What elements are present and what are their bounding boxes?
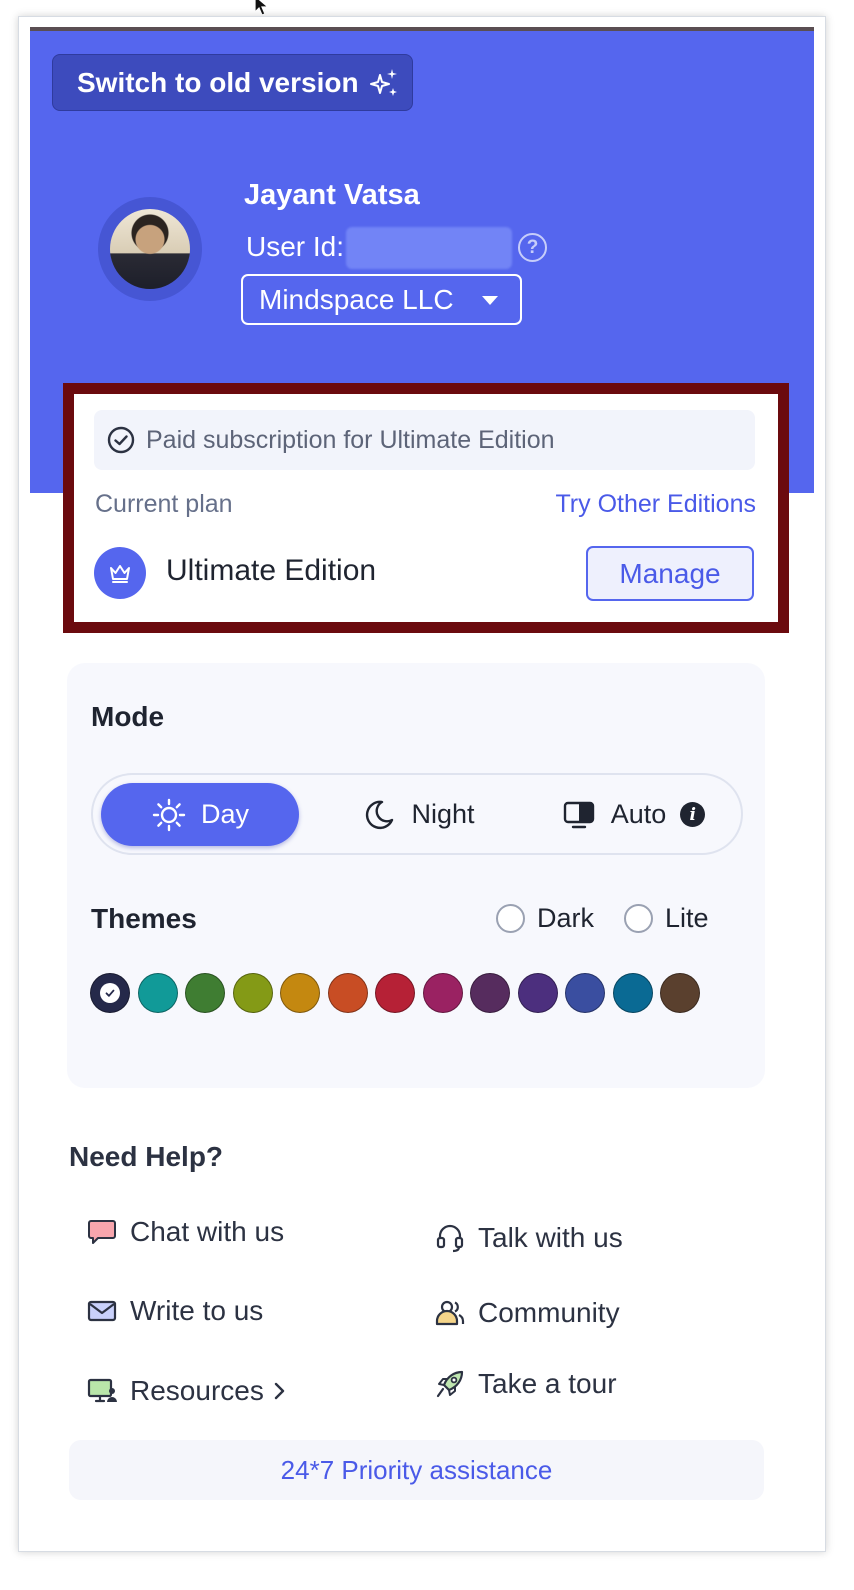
chat-with-us-link[interactable]: Chat with us	[86, 1216, 284, 1248]
community-icon	[435, 1300, 465, 1326]
theme-swatch[interactable]	[185, 973, 225, 1013]
write-to-us-label: Write to us	[130, 1295, 264, 1326]
info-icon[interactable]: i	[680, 802, 706, 827]
user-id-label: User Id:	[246, 231, 345, 262]
theme-swatch[interactable]	[327, 973, 368, 1013]
theme-swatch[interactable]	[375, 973, 415, 1013]
check-icon	[100, 983, 120, 1003]
mode-auto-option[interactable]: Auto i	[533, 783, 733, 846]
themes-title: Themes	[91, 903, 197, 934]
chat-bubble-icon	[88, 1220, 116, 1244]
take-a-tour-label: Take a tour	[478, 1368, 617, 1399]
radio-button[interactable]	[624, 904, 653, 933]
rocket-icon	[436, 1370, 464, 1398]
theme-swatch[interactable]	[660, 973, 700, 1013]
mode-auto-label: Auto	[610, 799, 667, 829]
moon-icon	[366, 800, 394, 829]
mode-toggle: Day Night Auto i	[91, 773, 743, 855]
subscription-status: Paid subscription for Ultimate Edition	[94, 410, 755, 470]
headset-icon	[436, 1224, 464, 1253]
appearance-card: Mode Day Night Auto i Themes Dark Lite	[67, 663, 765, 1088]
talk-with-us-label: Talk with us	[478, 1222, 623, 1253]
resources-link[interactable]: Resources	[86, 1375, 288, 1407]
avatar[interactable]	[98, 197, 202, 301]
crown-icon	[94, 547, 146, 599]
mode-night-option[interactable]: Night	[333, 783, 503, 846]
resources-icon	[87, 1378, 117, 1403]
priority-assistance-link[interactable]: 24*7 Priority assistance	[69, 1440, 764, 1500]
theme-swatch[interactable]	[612, 973, 653, 1013]
resources-label: Resources	[130, 1375, 264, 1406]
try-other-editions-link[interactable]: Try Other Editions	[555, 490, 756, 519]
mode-title: Mode	[91, 701, 165, 732]
theme-swatch[interactable]	[470, 973, 510, 1013]
manage-button[interactable]: Manage	[586, 546, 754, 601]
theme-swatch[interactable]	[517, 973, 558, 1013]
theme-lite-radio[interactable]: Lite	[624, 903, 709, 934]
organization-dropdown[interactable]: Mindspace LLC	[241, 274, 522, 325]
envelope-icon	[87, 1300, 117, 1322]
help-question-icon[interactable]: ?	[518, 233, 547, 262]
sun-icon	[152, 798, 186, 831]
chevron-right-icon	[274, 1382, 285, 1400]
need-help-title: Need Help?	[69, 1141, 224, 1172]
mode-day-label: Day	[200, 799, 249, 829]
check-circle-icon	[107, 426, 135, 454]
caret-down-icon	[482, 296, 498, 305]
chat-with-us-label: Chat with us	[130, 1216, 285, 1247]
monitor-icon	[563, 801, 594, 828]
user-id-redacted	[346, 227, 512, 269]
edition-name: Ultimate Edition	[166, 554, 377, 587]
theme-dark-radio[interactable]: Dark	[496, 903, 594, 934]
theme-swatch[interactable]	[137, 973, 178, 1013]
theme-swatch[interactable]	[422, 973, 463, 1013]
switch-old-version-label: Switch to old version	[77, 66, 359, 98]
theme-swatch[interactable]	[565, 973, 605, 1013]
switch-old-version-button[interactable]: Switch to old version	[52, 54, 413, 111]
write-to-us-link[interactable]: Write to us	[86, 1295, 263, 1327]
theme-swatch[interactable]	[90, 973, 130, 1013]
user-name: Jayant Vatsa	[244, 179, 420, 211]
theme-dark-label: Dark	[537, 903, 595, 933]
theme-lite-label: Lite	[665, 903, 709, 933]
mode-night-label: Night	[411, 799, 475, 829]
community-label: Community	[478, 1297, 620, 1328]
theme-swatches	[90, 973, 700, 1013]
subscription-status-text: Paid subscription for Ultimate Edition	[146, 425, 555, 454]
community-link[interactable]: Community	[434, 1297, 620, 1329]
sparkles-icon	[369, 68, 397, 96]
organization-name: Mindspace LLC	[259, 283, 454, 315]
radio-button[interactable]	[496, 904, 525, 933]
subscription-plan-card: Paid subscription for Ultimate Edition C…	[63, 383, 789, 633]
theme-swatch[interactable]	[232, 973, 273, 1013]
take-a-tour-link[interactable]: Take a tour	[434, 1368, 617, 1400]
talk-with-us-link[interactable]: Talk with us	[434, 1222, 623, 1254]
mode-day-option[interactable]: Day	[101, 783, 299, 846]
avatar-photo	[110, 209, 190, 289]
theme-swatch[interactable]	[280, 973, 320, 1013]
current-plan-label: Current plan	[95, 490, 233, 518]
